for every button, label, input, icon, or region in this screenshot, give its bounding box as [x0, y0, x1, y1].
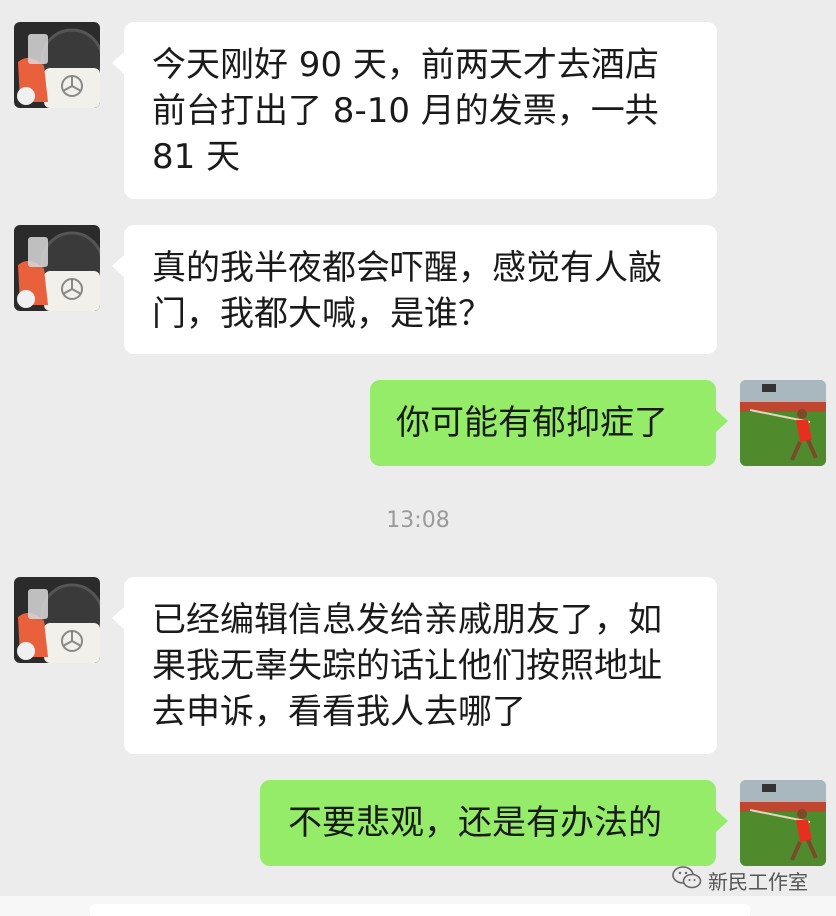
message-bubble-incoming[interactable]: 今天刚好 90 天，前两天才去酒店前台打出了 8-10 月的发票，一共 81 天: [112, 22, 717, 199]
wechat-icon: [672, 865, 702, 896]
chat-timestamp: 13:08: [386, 508, 450, 533]
watermark: 新民工作室: [672, 864, 808, 896]
message-bubble-incoming[interactable]: 已经编辑信息发给亲戚朋友了，如果我无辜失踪的话让他们按照地址去申诉，看看我人去哪…: [112, 577, 717, 754]
message-text: 今天刚好 90 天，前两天才去酒店前台打出了 8-10 月的发票，一共 81 天: [152, 45, 659, 177]
self-avatar[interactable]: [740, 780, 826, 866]
message-bubble-outgoing[interactable]: 你可能有郁抑症了: [370, 380, 728, 466]
contact-avatar[interactable]: [14, 577, 100, 663]
self-avatar[interactable]: [740, 380, 826, 466]
contact-avatar[interactable]: [14, 225, 100, 311]
message-text: 真的我半夜都会吓醒，感觉有人敲门，我都大喊，是谁？: [152, 248, 662, 334]
message-bubble-outgoing[interactable]: 不要悲观，还是有办法的: [260, 780, 728, 866]
message-bubble-incoming[interactable]: 真的我半夜都会吓醒，感觉有人敲门，我都大喊，是谁？: [112, 225, 717, 354]
input-field-edge[interactable]: [90, 904, 750, 916]
contact-avatar[interactable]: [14, 22, 100, 108]
message-text: 已经编辑信息发给亲戚朋友了，如果我无辜失踪的话让他们按照地址去申诉，看看我人去哪…: [152, 600, 662, 732]
message-text: 不要悲观，还是有办法的: [288, 803, 662, 843]
message-text: 你可能有郁抑症了: [396, 403, 668, 443]
watermark-text: 新民工作室: [708, 869, 808, 894]
